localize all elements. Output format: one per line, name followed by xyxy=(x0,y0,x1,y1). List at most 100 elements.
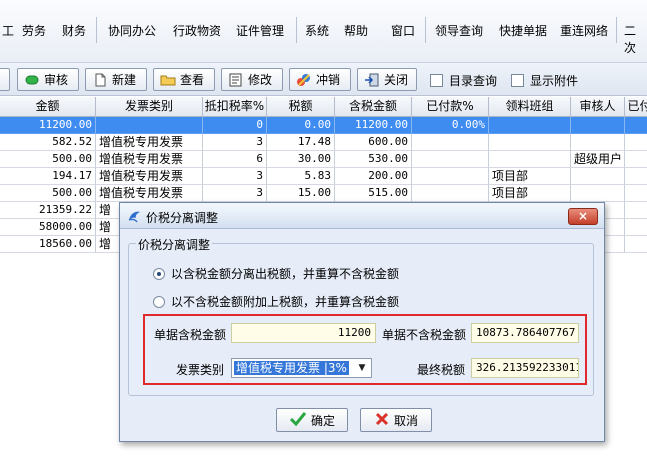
menu-item-second[interactable]: 二次 xyxy=(624,22,647,56)
table-row[interactable]: 194.17 增值税专用发票 3 5.83 200.00 项目部 xyxy=(0,168,647,185)
column-header-auditor[interactable]: 审核人 xyxy=(571,97,625,117)
cell-paid[interactable] xyxy=(625,151,647,168)
cell-paid[interactable] xyxy=(625,168,647,185)
cell-team[interactable]: 项目部 xyxy=(489,185,571,202)
cell-amount[interactable]: 58000.00 xyxy=(0,219,96,236)
table-row[interactable]: 500.00 增值税专用发票 6 30.00 530.00 超级用户 xyxy=(0,151,647,168)
menu-item-help[interactable]: 帮助 xyxy=(344,22,368,39)
menu-item-system[interactable]: 系统 xyxy=(305,22,329,39)
cell-total-with-tax[interactable]: 515.00 xyxy=(335,185,412,202)
cell-tax[interactable]: 17.48 xyxy=(267,134,335,151)
table-row[interactable]: 582.52 增值税专用发票 3 17.48 600.00 xyxy=(0,134,647,151)
cell-invoice-type[interactable]: 增值税专用发票 xyxy=(96,168,203,185)
cell-paid[interactable] xyxy=(625,236,647,253)
table-row[interactable]: 500.00 增值税专用发票 3 15.00 515.00 项目部 xyxy=(0,185,647,202)
dialog-close-button[interactable]: × xyxy=(568,208,598,225)
column-header-deduct-rate[interactable]: 抵扣税率% xyxy=(203,97,267,117)
checkbox-box[interactable] xyxy=(430,74,443,87)
cell-deduct-rate[interactable]: 3 xyxy=(203,168,267,185)
close-button[interactable]: 关闭 xyxy=(357,68,417,91)
view-button[interactable]: 查看 xyxy=(153,68,215,91)
column-header-tax[interactable]: 税额 xyxy=(267,97,335,117)
cell-invoice-type[interactable]: 增值税专用发票 xyxy=(96,185,203,202)
catalog-query-checkbox[interactable]: 目录查询 xyxy=(430,72,497,89)
cell-total-with-tax[interactable]: 600.00 xyxy=(335,134,412,151)
cell-team[interactable] xyxy=(489,134,571,151)
cell-total-with-tax[interactable]: 200.00 xyxy=(335,168,412,185)
cell-auditor[interactable] xyxy=(571,117,625,134)
cell-paid-percent[interactable] xyxy=(412,151,489,168)
cell-total-with-tax[interactable]: 530.00 xyxy=(335,151,412,168)
cell-auditor[interactable] xyxy=(571,134,625,151)
cell-team[interactable]: 项目部 xyxy=(489,168,571,185)
cell-paid-percent[interactable] xyxy=(412,168,489,185)
cell-deduct-rate[interactable]: 3 xyxy=(203,134,267,151)
cell-amount[interactable]: 11200.00 xyxy=(0,117,96,134)
column-header-team[interactable]: 领料班组 xyxy=(489,97,571,117)
menu-item-leader-query[interactable]: 领导查询 xyxy=(435,22,483,39)
total-with-tax-field[interactable]: 11200 xyxy=(231,323,376,343)
cell-deduct-rate[interactable]: 3 xyxy=(203,185,267,202)
invoice-type-select[interactable]: 增值税专用发票 |3% ▼ xyxy=(231,358,372,378)
cell-paid-percent[interactable] xyxy=(412,185,489,202)
cell-tax[interactable]: 5.83 xyxy=(267,168,335,185)
cell-paid[interactable] xyxy=(625,202,647,219)
cell-amount[interactable]: 500.00 xyxy=(0,151,96,168)
cell-deduct-rate[interactable]: 0 xyxy=(203,117,267,134)
offset-button[interactable]: 冲销 xyxy=(289,68,351,91)
menu-item-certificate-mgmt[interactable]: 证件管理 xyxy=(236,22,284,39)
cell-team[interactable] xyxy=(489,117,571,134)
radio-separate-tax[interactable]: 以含税金额分离出税额，并重算不含税金额 xyxy=(153,265,399,282)
menu-item-finance[interactable]: 财务 xyxy=(62,22,86,39)
cell-auditor[interactable] xyxy=(571,185,625,202)
cell-auditor[interactable]: 超级用户 xyxy=(571,151,625,168)
menu-item-window[interactable]: 窗口 xyxy=(391,22,415,39)
cell-paid[interactable] xyxy=(625,117,647,134)
cell-team[interactable] xyxy=(489,151,571,168)
cell-amount[interactable]: 194.17 xyxy=(0,168,96,185)
radio-add-tax[interactable]: 以不含税金额附加上税额，并重算含税金额 xyxy=(153,293,399,310)
ok-button[interactable]: 确定 xyxy=(276,408,348,432)
cell-tax[interactable]: 15.00 xyxy=(267,185,335,202)
cell-amount[interactable]: 582.52 xyxy=(0,134,96,151)
edit-button[interactable]: 修改 xyxy=(221,68,283,91)
cell-amount[interactable]: 21359.22 xyxy=(0,202,96,219)
cancel-button[interactable]: 取消 xyxy=(360,408,432,432)
column-header-total-with-tax[interactable]: 含税金额 xyxy=(335,97,412,117)
checkbox-box[interactable] xyxy=(511,74,524,87)
cell-paid-percent[interactable]: 0.00% xyxy=(412,117,489,134)
cell-invoice-type[interactable]: 增值税专用发票 xyxy=(96,134,203,151)
final-tax-field[interactable]: 326.213592233011 xyxy=(471,358,579,378)
menu-item-admin-supplies[interactable]: 行政物资 xyxy=(173,22,221,39)
cell-invoice-type[interactable] xyxy=(96,117,203,134)
column-header-invoice-type[interactable]: 发票类别 xyxy=(96,97,203,117)
cell-total-with-tax[interactable]: 11200.00 xyxy=(335,117,412,134)
cell-paid[interactable] xyxy=(625,219,647,236)
table-row[interactable]: 11200.00 0 0.00 11200.00 0.00% xyxy=(0,117,647,134)
cell-amount[interactable]: 18560.00 xyxy=(0,236,96,253)
cell-paid[interactable] xyxy=(625,185,647,202)
new-button[interactable]: 新建 xyxy=(85,68,147,91)
column-header-amount[interactable]: 金额 xyxy=(0,97,96,117)
menu-item-reconnect[interactable]: 重连网络 xyxy=(560,22,608,39)
cell-paid-percent[interactable] xyxy=(412,134,489,151)
show-attachment-checkbox[interactable]: 显示附件 xyxy=(511,72,578,89)
cell-invoice-type[interactable]: 增值税专用发票 xyxy=(96,151,203,168)
audit-button[interactable]: 审核 xyxy=(17,68,79,91)
menu-item-labor[interactable]: 劳务 xyxy=(22,22,46,39)
radio-selected-icon[interactable] xyxy=(153,267,165,280)
cell-tax[interactable]: 0.00 xyxy=(267,117,335,134)
cell-paid[interactable] xyxy=(625,134,647,151)
cell-tax[interactable]: 30.00 xyxy=(267,151,335,168)
dialog-title-bar[interactable]: 价税分离调整 × xyxy=(120,203,604,229)
menu-item-collab-office[interactable]: 协同办公 xyxy=(108,22,156,39)
total-without-tax-field[interactable]: 10873.786407767 xyxy=(471,323,579,343)
menu-item-quick-docs[interactable]: 快捷单据 xyxy=(499,22,547,39)
chevron-down-icon[interactable]: ▼ xyxy=(353,359,371,377)
toolbar-partial-button[interactable] xyxy=(0,68,10,91)
column-header-paid-percent[interactable]: 已付款% xyxy=(412,97,489,117)
menu-item-gong[interactable]: 工 xyxy=(2,22,14,39)
cell-auditor[interactable] xyxy=(571,168,625,185)
cell-amount[interactable]: 500.00 xyxy=(0,185,96,202)
column-header-paid[interactable]: 已付 xyxy=(625,97,647,117)
